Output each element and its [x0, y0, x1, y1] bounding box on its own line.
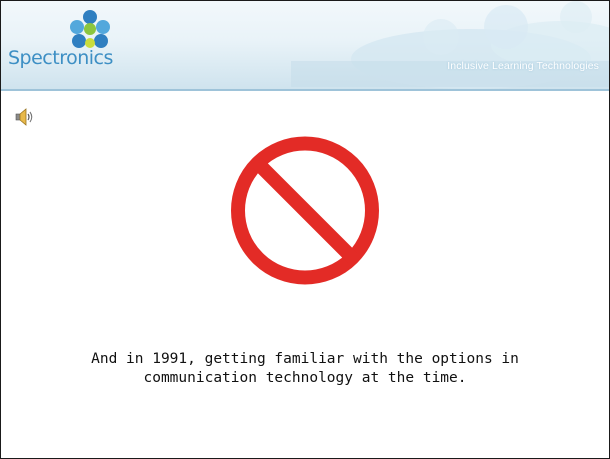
- speaker-icon[interactable]: [15, 108, 35, 126]
- slide-caption: And in 1991, getting familiar with the o…: [31, 350, 579, 388]
- caption-line-2: communication technology at the time.: [143, 370, 467, 386]
- caption-line-1: And in 1991, getting familiar with the o…: [91, 351, 519, 367]
- tagline: Inclusive Learning Technologies: [447, 60, 599, 72]
- prohibition-sign: [231, 136, 379, 285]
- header-banner: Spectronics Inclusive Learning Technolog…: [1, 1, 609, 91]
- slide: Spectronics Inclusive Learning Technolog…: [0, 0, 610, 459]
- logo-text: Spectronics: [8, 47, 113, 69]
